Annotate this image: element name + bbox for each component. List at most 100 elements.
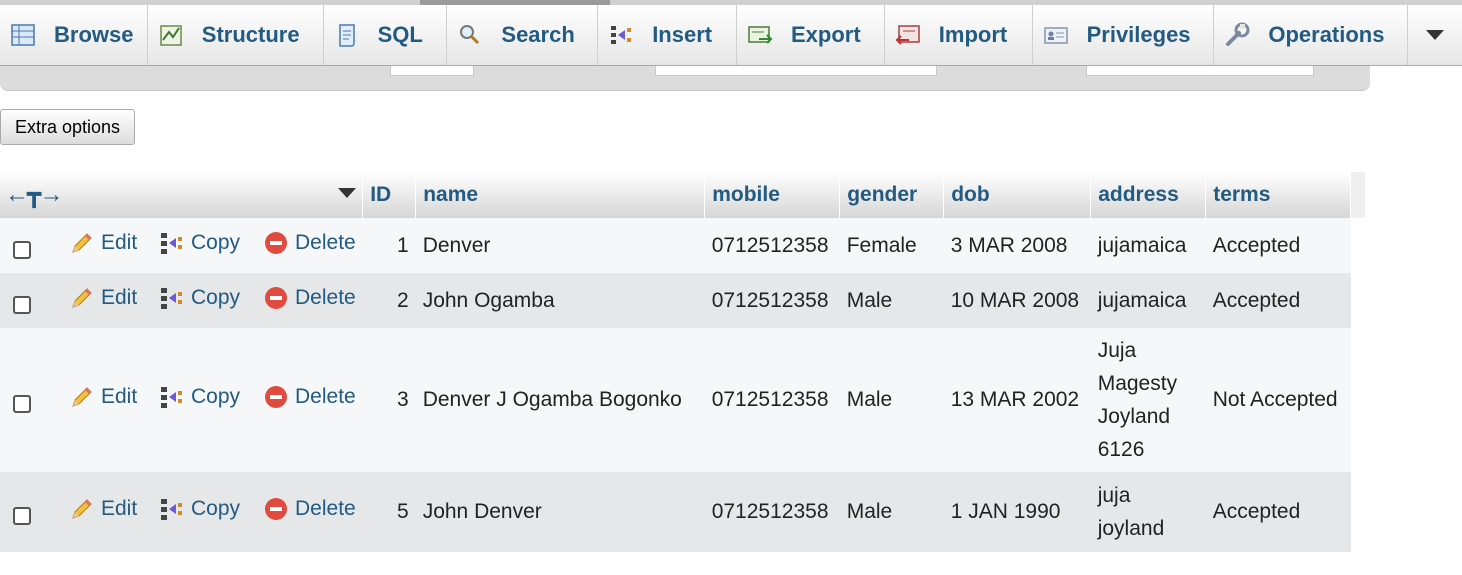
row-actions: Edit Copy Delete — [0, 472, 363, 552]
delete-link[interactable]: Delete — [263, 230, 356, 256]
cell-terms[interactable]: Not Accepted — [1205, 328, 1351, 472]
cell-gender[interactable]: Female — [839, 218, 944, 273]
copy-label: Copy — [191, 385, 241, 408]
edit-label: Edit — [101, 385, 138, 408]
cell-address[interactable]: jujamaica — [1090, 273, 1206, 328]
panel-input[interactable] — [1086, 66, 1314, 76]
sql-icon — [334, 22, 360, 48]
tab-more-dropdown[interactable] — [1408, 5, 1462, 65]
column-header-id[interactable]: ID — [362, 172, 417, 218]
delete-icon — [263, 285, 289, 311]
column-header-terms[interactable]: terms — [1205, 172, 1352, 218]
tab-operations[interactable]: Operations — [1214, 5, 1409, 65]
tab-browse[interactable]: Browse — [0, 5, 148, 65]
row-filler — [1350, 218, 1366, 273]
cell-dob[interactable]: 3 MAR 2008 — [943, 218, 1091, 273]
cell-id[interactable]: 1 — [362, 218, 416, 273]
tab-label: Import — [938, 22, 1008, 47]
tab-search[interactable]: Search — [447, 5, 599, 65]
search-icon — [457, 22, 483, 48]
tab-structure[interactable]: Structure — [148, 5, 324, 65]
structure-icon — [158, 22, 184, 48]
cell-terms[interactable]: Accepted — [1205, 218, 1351, 273]
cell-mobile[interactable]: 0712512358 — [704, 472, 840, 552]
privileges-icon — [1043, 22, 1069, 48]
tab-sql[interactable]: SQL — [324, 5, 448, 65]
cell-terms[interactable]: Accepted — [1205, 273, 1351, 328]
cell-mobile[interactable]: 0712512358 — [704, 273, 840, 328]
cell-dob[interactable]: 1 JAN 1990 — [943, 472, 1091, 552]
actions-header: ←┳→ — [0, 172, 364, 218]
panel-input[interactable] — [390, 66, 474, 76]
cell-mobile[interactable]: 0712512358 — [704, 328, 840, 472]
pencil-icon — [69, 230, 95, 256]
cell-id[interactable]: 3 — [362, 328, 416, 472]
row-checkbox[interactable] — [13, 295, 31, 314]
row-checkbox[interactable] — [13, 240, 31, 259]
cell-name[interactable]: John Denver — [415, 472, 705, 552]
delete-link[interactable]: Delete — [263, 496, 356, 522]
extra-options-button[interactable]: Extra options — [0, 109, 135, 145]
row-actions: Edit Copy Delete — [0, 328, 363, 472]
cell-mobile[interactable]: 0712512358 — [704, 218, 840, 273]
row-checkbox[interactable] — [13, 395, 31, 414]
column-header-name[interactable]: name — [415, 172, 706, 218]
cell-address[interactable]: juja joyland — [1090, 472, 1206, 552]
tab-privileges[interactable]: Privileges — [1033, 5, 1215, 65]
cell-gender[interactable]: Male — [839, 328, 944, 472]
address-line: jujamaica — [1097, 289, 1187, 312]
tab-label: Insert — [652, 22, 713, 47]
chevron-down-icon[interactable] — [338, 188, 357, 198]
edit-link[interactable]: Edit — [69, 230, 159, 256]
delete-link[interactable]: Delete — [263, 285, 356, 311]
copy-label: Copy — [191, 497, 241, 520]
tab-export[interactable]: Export — [737, 5, 885, 65]
row-checkbox[interactable] — [13, 507, 31, 526]
cell-terms[interactable]: Accepted — [1205, 472, 1351, 552]
browse-icon — [10, 22, 36, 48]
cell-gender[interactable]: Male — [839, 472, 944, 552]
tab-label: Operations — [1268, 22, 1385, 47]
copy-label: Copy — [191, 285, 241, 309]
cell-gender[interactable]: Male — [839, 273, 944, 328]
cell-dob[interactable]: 13 MAR 2002 — [943, 328, 1091, 472]
cell-name[interactable]: John Ogamba — [415, 273, 705, 328]
edit-label: Edit — [101, 285, 138, 309]
cell-name[interactable]: Denver — [415, 218, 705, 273]
delete-link[interactable]: Delete — [263, 384, 356, 410]
column-header-dob[interactable]: dob — [943, 172, 1092, 218]
edit-label: Edit — [101, 497, 138, 520]
edit-link[interactable]: Edit — [69, 384, 159, 410]
column-resize-icon[interactable]: ←┳→ — [5, 180, 63, 209]
tab-import[interactable]: Import — [885, 5, 1033, 65]
cell-id[interactable]: 5 — [362, 472, 416, 552]
delete-label: Delete — [295, 230, 356, 254]
cell-name[interactable]: Denver J Ogamba Bogonko — [415, 328, 705, 472]
tab-label: Privileges — [1086, 22, 1191, 47]
copy-icon — [159, 384, 185, 410]
tab-bar: Browse Structure SQL Search Insert Expor… — [0, 5, 1462, 66]
edit-link[interactable]: Edit — [69, 496, 159, 522]
column-header-address[interactable]: address — [1090, 172, 1207, 218]
edit-link[interactable]: Edit — [69, 285, 159, 311]
cell-dob[interactable]: 10 MAR 2008 — [943, 273, 1091, 328]
import-icon — [895, 22, 921, 48]
tab-label: Export — [791, 22, 861, 47]
column-header-gender[interactable]: gender — [839, 172, 945, 218]
header-filler — [1350, 172, 1366, 218]
copy-icon — [159, 496, 185, 522]
copy-link[interactable]: Copy — [159, 285, 263, 311]
edit-label: Edit — [101, 230, 138, 254]
copy-link[interactable]: Copy — [159, 496, 263, 522]
cell-address[interactable]: Juja Magesty Joyland 6126 — [1090, 328, 1206, 472]
copy-link[interactable]: Copy — [159, 384, 263, 410]
tab-insert[interactable]: Insert — [598, 5, 737, 65]
pencil-icon — [69, 285, 95, 311]
column-header-mobile[interactable]: mobile — [704, 172, 841, 218]
cell-id[interactable]: 2 — [362, 273, 416, 328]
panel-input[interactable] — [655, 66, 937, 76]
tab-label: Structure — [201, 22, 300, 47]
results-table: ←┳→ ID name mobile gender dob address te… — [0, 172, 1366, 552]
copy-link[interactable]: Copy — [159, 230, 263, 256]
cell-address[interactable]: jujamaica — [1090, 218, 1206, 273]
